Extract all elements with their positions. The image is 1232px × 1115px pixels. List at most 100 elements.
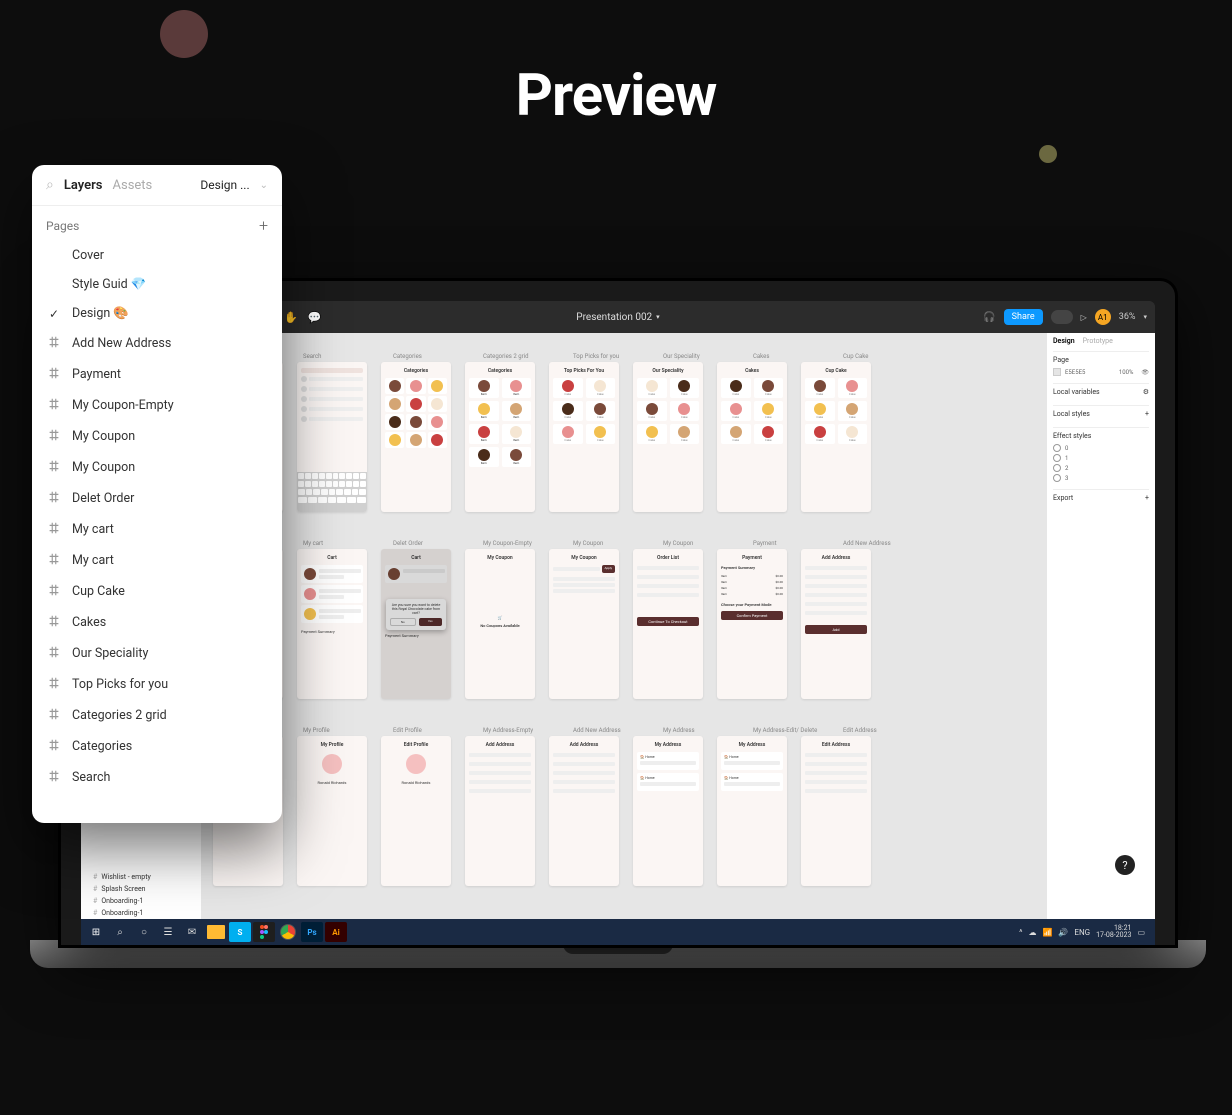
tray-wifi-icon[interactable]: 📶 — [1042, 928, 1052, 937]
frame-item[interactable]: Add New Address — [32, 328, 282, 359]
canvas-frame[interactable]: My ProfileRonald Richards — [297, 736, 367, 886]
page-color-value[interactable]: E5E5E5 — [1065, 369, 1085, 376]
canvas-frame-label[interactable]: Our Speciality — [663, 353, 733, 360]
settings-icon[interactable]: ⚙ — [1143, 388, 1149, 396]
canvas-frame-label[interactable]: Categories 2 grid — [483, 353, 553, 360]
canvas-frame-label[interactable]: Search — [303, 353, 373, 360]
canvas-frame[interactable]: CartAre you sure you want to delete this… — [381, 549, 451, 699]
search-icon[interactable]: ⌕ — [109, 922, 131, 942]
frame-item[interactable]: Delet Order — [32, 483, 282, 514]
play-icon[interactable]: ▷ — [1081, 313, 1087, 322]
assets-tab[interactable]: Assets — [113, 178, 153, 193]
tray-language[interactable]: ENG — [1074, 928, 1090, 937]
user-avatar[interactable]: A1 — [1095, 309, 1111, 325]
chevron-down-icon[interactable]: ⌄ — [260, 180, 268, 191]
canvas-frame[interactable]: CartPayment Summary — [297, 549, 367, 699]
frame-item[interactable]: Categories 2 grid — [32, 700, 282, 731]
task-view-icon[interactable]: ☰ — [157, 922, 179, 942]
frame-item[interactable]: My Coupon — [32, 452, 282, 483]
canvas-frame-label[interactable]: My Coupon — [663, 540, 733, 547]
dev-mode-toggle[interactable] — [1051, 310, 1073, 324]
chevron-down-icon[interactable]: ▾ — [1143, 313, 1147, 321]
canvas-frame-label[interactable]: Cup Cake — [843, 353, 913, 360]
page-item[interactable]: Style Guid 💎 — [32, 270, 282, 299]
canvas-frame-label[interactable]: My Coupon — [573, 540, 643, 547]
canvas-frame-label[interactable]: Top Picks for you — [573, 353, 643, 360]
photoshop-icon[interactable]: Ps — [301, 922, 323, 942]
frame-item[interactable]: Categories — [32, 731, 282, 762]
frame-item[interactable]: Our Speciality — [32, 638, 282, 669]
prototype-tab[interactable]: Prototype — [1083, 337, 1113, 345]
add-page-button[interactable]: + — [259, 216, 268, 235]
figma-document-title[interactable]: Presentation 002 ▾ — [576, 312, 659, 323]
canvas-frame-label[interactable]: My Address-Empty — [483, 727, 553, 734]
frame-item[interactable]: My cart — [32, 545, 282, 576]
figma-canvas[interactable]: HomeSearchCategoriesCategories 2 gridTop… — [201, 333, 1047, 919]
canvas-frame[interactable]: PaymentPayment SummaryItem$0.00Item$0.00… — [717, 549, 787, 699]
page-item[interactable]: Cover — [32, 241, 282, 270]
plus-icon[interactable]: + — [1145, 494, 1149, 502]
comment-tool-icon[interactable]: 💬 — [308, 311, 322, 324]
help-icon[interactable]: ? — [1115, 855, 1135, 875]
canvas-frame-label[interactable]: Categories — [393, 353, 463, 360]
illustrator-icon[interactable]: Ai — [325, 922, 347, 942]
canvas-frame[interactable]: Add Address — [549, 736, 619, 886]
canvas-frame-label[interactable]: My Address-Edit/ Delete — [753, 727, 823, 734]
skype-icon[interactable]: S — [229, 922, 251, 942]
canvas-frame[interactable]: My Address🏠 Home🏠 Home — [717, 736, 787, 886]
hand-tool-icon[interactable]: ✋ — [284, 311, 298, 324]
cortana-icon[interactable]: ○ — [133, 922, 155, 942]
layers-tab[interactable]: Layers — [64, 178, 103, 193]
mail-icon[interactable]: ✉ — [181, 922, 203, 942]
share-button[interactable]: Share — [1004, 309, 1043, 325]
frame-item[interactable]: Search — [32, 762, 282, 793]
canvas-frame[interactable] — [297, 362, 367, 512]
canvas-frame-label[interactable]: My Coupon-Empty — [483, 540, 553, 547]
color-swatch[interactable] — [1053, 368, 1061, 376]
zoom-level[interactable]: 36% — [1119, 312, 1136, 322]
tray-notifications-icon[interactable]: ▭ — [1137, 928, 1145, 937]
canvas-frame-label[interactable]: Edit Profile — [393, 727, 463, 734]
search-icon[interactable]: ⌕ — [46, 177, 54, 193]
canvas-frame-label[interactable]: My cart — [303, 540, 373, 547]
chrome-icon[interactable] — [277, 922, 299, 942]
canvas-frame[interactable]: Edit ProfileRonald Richards — [381, 736, 451, 886]
canvas-frame-label[interactable]: Delet Order — [393, 540, 463, 547]
page-selector[interactable]: Design ... — [200, 178, 249, 192]
figma-app-icon[interactable] — [253, 922, 275, 942]
canvas-frame[interactable]: Edit Address — [801, 736, 871, 886]
canvas-frame[interactable]: My CouponApply — [549, 549, 619, 699]
frame-item[interactable]: #Onboarding-1 — [81, 895, 201, 907]
canvas-frame[interactable]: Our SpecialityCakeCakeCakeCakeCakeCake — [633, 362, 703, 512]
frame-item[interactable]: My Coupon — [32, 421, 282, 452]
frame-item[interactable]: #Wishlist - empty — [81, 871, 201, 883]
tray-cloud-icon[interactable]: ☁ — [1028, 928, 1036, 937]
file-explorer-icon[interactable] — [205, 922, 227, 942]
frame-item[interactable]: Payment — [32, 359, 282, 390]
canvas-frame[interactable]: Add Address — [465, 736, 535, 886]
canvas-frame-label[interactable]: Payment — [753, 540, 823, 547]
canvas-frame[interactable]: Categories — [381, 362, 451, 512]
frame-item[interactable]: #Splash Screen — [81, 883, 201, 895]
tray-volume-icon[interactable]: 🔊 — [1058, 928, 1068, 937]
taskbar-clock[interactable]: 18:21 17-08-2023 — [1096, 925, 1131, 939]
tray-chevron-icon[interactable]: ^ — [1019, 928, 1022, 937]
canvas-frame-label[interactable]: Cakes — [753, 353, 823, 360]
canvas-frame-label[interactable]: My Profile — [303, 727, 373, 734]
canvas-frame-label[interactable]: My Address — [663, 727, 733, 734]
canvas-frame[interactable]: Add AddressAdd — [801, 549, 871, 699]
canvas-frame[interactable]: CategoriesItemItemItemItemItemItemItemIt… — [465, 362, 535, 512]
canvas-frame[interactable]: My Coupon🛒No Coupons Available — [465, 549, 535, 699]
canvas-frame[interactable]: Order ListContinue To Checkout — [633, 549, 703, 699]
canvas-frame[interactable]: Cup CakeCakeCakeCakeCakeCakeCake — [801, 362, 871, 512]
frame-item[interactable]: Cakes — [32, 607, 282, 638]
canvas-frame[interactable]: CakesCakeCakeCakeCakeCakeCake — [717, 362, 787, 512]
plus-icon[interactable]: + — [1145, 410, 1149, 418]
eye-icon[interactable]: 👁 — [1141, 369, 1149, 376]
canvas-frame-label[interactable]: Add New Address — [573, 727, 643, 734]
canvas-frame[interactable]: My Address🏠 Home🏠 Home — [633, 736, 703, 886]
frame-item[interactable]: #Onboarding-1 — [81, 907, 201, 919]
frame-item[interactable]: Cup Cake — [32, 576, 282, 607]
frame-item[interactable]: Top Picks for you — [32, 669, 282, 700]
design-tab[interactable]: Design — [1053, 337, 1075, 345]
